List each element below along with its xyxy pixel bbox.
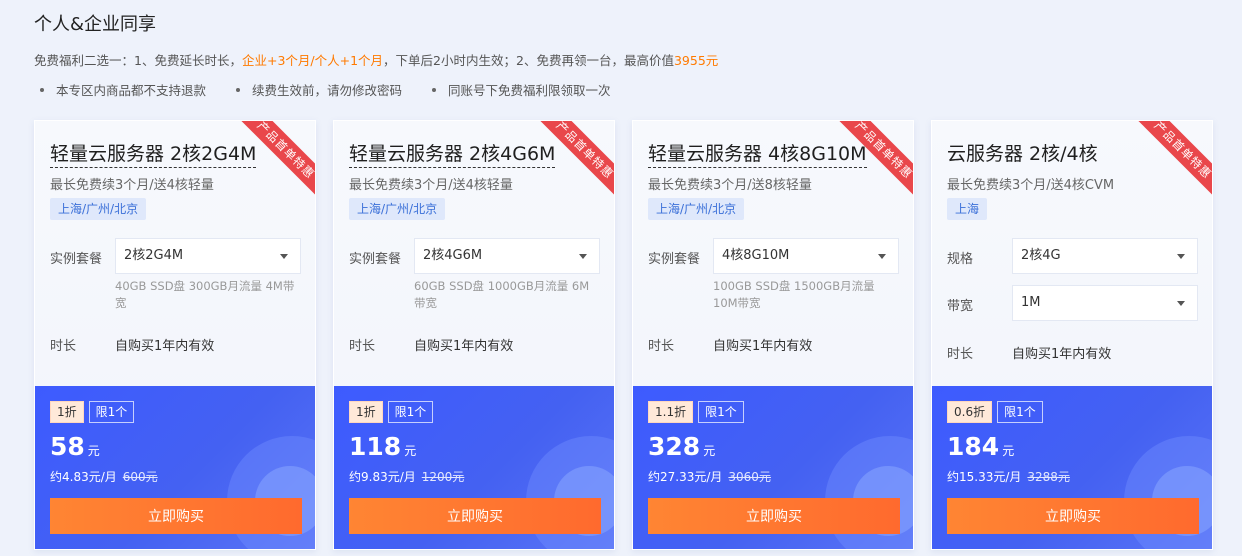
per-month-price: 约15.33元/月 3288元 (947, 470, 1070, 484)
chevron-down-icon (280, 254, 288, 259)
region-badge: 上海/广州/北京 (349, 198, 446, 220)
duration-label: 时长 (50, 339, 77, 354)
promo-ribbon: 产品首单特惠 (1136, 121, 1212, 197)
original-price: 3288元 (1027, 470, 1070, 484)
card-title[interactable]: 轻量云服务器 2核4G6M (349, 139, 556, 168)
spec-select[interactable]: 4核8G10M (713, 238, 899, 274)
spec-select[interactable]: 2核4G (1012, 238, 1198, 274)
tag-group: 1.1折 限1个 (648, 401, 744, 423)
spec-select[interactable]: 2核2G4M (115, 238, 301, 274)
benefit-highlight: 企业+3个月/个人+1个月 (241, 53, 384, 68)
benefit-value: 3955元 (673, 53, 719, 68)
bullet-icon (40, 87, 44, 92)
price: 58 元 (50, 432, 100, 461)
chevron-down-icon (878, 254, 886, 259)
bullet-icon (432, 87, 437, 92)
spec-select[interactable]: 2核4G6M (414, 238, 600, 274)
buy-now-button[interactable]: 立即购买 (947, 498, 1199, 534)
duration-label: 时长 (349, 339, 376, 354)
card-title: 云服务器 2核/4核 (947, 143, 1098, 165)
duration-label: 时长 (947, 347, 974, 362)
spec-label: 实例套餐 (50, 252, 103, 267)
per-month-price: 约27.33元/月 3060元 (648, 470, 771, 484)
card-subtitle: 最长免费续3个月/送4核轻量 (50, 178, 214, 193)
spec-description: 60GB SSD盘 1000GB月流量 6M带宽 (414, 279, 590, 310)
chevron-down-icon (1177, 254, 1185, 259)
limit-badge: 限1个 (698, 401, 744, 423)
card-subtitle: 最长免费续3个月/送8核轻量 (648, 178, 812, 193)
discount-badge: 0.6折 (947, 401, 993, 423)
spec-description: 40GB SSD盘 300GB月流量 4M带宽 (115, 279, 295, 310)
discount-badge: 1折 (349, 401, 383, 423)
per-month-price: 约9.83元/月 1200元 (349, 470, 465, 484)
benefit-text: 免费福利二选一：1、免费延长时长，企业+3个月/个人+1个月，下单后2小时内生效… (34, 50, 718, 69)
spec-description: 100GB SSD盘 1500GB月流量 10M带宽 (713, 279, 875, 310)
price: 328 元 (648, 432, 716, 461)
chevron-down-icon (1177, 301, 1185, 306)
duration-label: 时长 (648, 339, 675, 354)
original-price: 1200元 (421, 470, 465, 484)
spec-label: 实例套餐 (648, 252, 701, 267)
original-price: 600元 (122, 470, 158, 484)
product-card: 产品首单特惠 轻量云服务器 2核2G4M 最长免费续3个月/送4核轻量 上海/广… (34, 120, 316, 550)
limit-badge: 限1个 (997, 401, 1043, 423)
benefit-prefix: 免费福利二选一：1、免费延长时长， (34, 53, 242, 68)
duration-value: 自购买1年内有效 (115, 339, 215, 354)
price-panel: 0.6折 限1个 184 元 约15.33元/月 3288元 立即购买 (932, 386, 1212, 549)
benefit-middle: ，下单后2小时内生效；2、免费再领一台，最高价值 (383, 53, 674, 68)
buy-now-button[interactable]: 立即购买 (50, 498, 302, 534)
discount-badge: 1折 (50, 401, 84, 423)
spec-label: 实例套餐 (349, 252, 402, 267)
chevron-down-icon (579, 254, 587, 259)
card-subtitle: 最长免费续3个月/送4核CVM (947, 178, 1115, 193)
buy-now-button[interactable]: 立即购买 (349, 498, 601, 534)
tag-group: 1折 限1个 (50, 401, 135, 423)
region-badge: 上海 (947, 198, 988, 220)
region-badge: 上海/广州/北京 (648, 198, 745, 220)
duration-value: 自购买1年内有效 (414, 339, 514, 354)
spec-label: 规格 (947, 252, 974, 267)
bandwidth-select[interactable]: 1M (1012, 285, 1198, 321)
product-card: 产品首单特惠 轻量云服务器 2核4G6M 最长免费续3个月/送4核轻量 上海/广… (333, 120, 615, 550)
card-title[interactable]: 轻量云服务器 4核8G10M (648, 139, 867, 168)
card-title[interactable]: 轻量云服务器 2核2G4M (50, 139, 257, 168)
note-item: 同账号下免费福利限领取一次 (432, 80, 611, 99)
bullet-icon (236, 87, 241, 92)
duration-value: 自购买1年内有效 (713, 339, 813, 354)
limit-badge: 限1个 (88, 401, 135, 423)
duration-value: 自购买1年内有效 (1012, 347, 1112, 362)
price-panel: 1折 限1个 118 元 约9.83元/月 1200元 立即购买 (334, 386, 614, 549)
card-subtitle: 最长免费续3个月/送4核轻量 (349, 178, 513, 193)
product-card: 产品首单特惠 云服务器 2核/4核 最长免费续3个月/送4核CVM 上海 规格 … (931, 120, 1213, 550)
per-month-price: 约4.83元/月 600元 (50, 470, 158, 484)
original-price: 3060元 (728, 470, 771, 484)
page: 个人&企业同享 免费福利二选一：1、免费延长时长，企业+3个月/个人+1个月，下… (0, 0, 1242, 556)
price-panel: 1折 限1个 58 元 约4.83元/月 600元 立即购买 (35, 386, 315, 549)
discount-badge: 1.1折 (648, 401, 694, 423)
notes-list: 本专区内商品都不支持退款 续费生效前，请勿修改密码 同账号下免费福利限领取一次 (40, 80, 641, 99)
section-title: 个人&企业同享 (34, 14, 157, 35)
bandwidth-label: 带宽 (947, 299, 974, 314)
tag-group: 1折 限1个 (349, 401, 434, 423)
price: 184 元 (947, 432, 1015, 461)
limit-badge: 限1个 (387, 401, 434, 423)
product-card: 产品首单特惠 轻量云服务器 4核8G10M 最长免费续3个月/送8核轻量 上海/… (632, 120, 914, 550)
note-item: 续费生效前，请勿修改密码 (236, 80, 402, 99)
price-panel: 1.1折 限1个 328 元 约27.33元/月 3060元 立即购买 (633, 386, 913, 549)
price: 118 元 (349, 432, 417, 461)
region-badge: 上海/广州/北京 (50, 198, 147, 220)
buy-now-button[interactable]: 立即购买 (648, 498, 900, 534)
tag-group: 0.6折 限1个 (947, 401, 1043, 423)
note-item: 本专区内商品都不支持退款 (40, 80, 206, 99)
